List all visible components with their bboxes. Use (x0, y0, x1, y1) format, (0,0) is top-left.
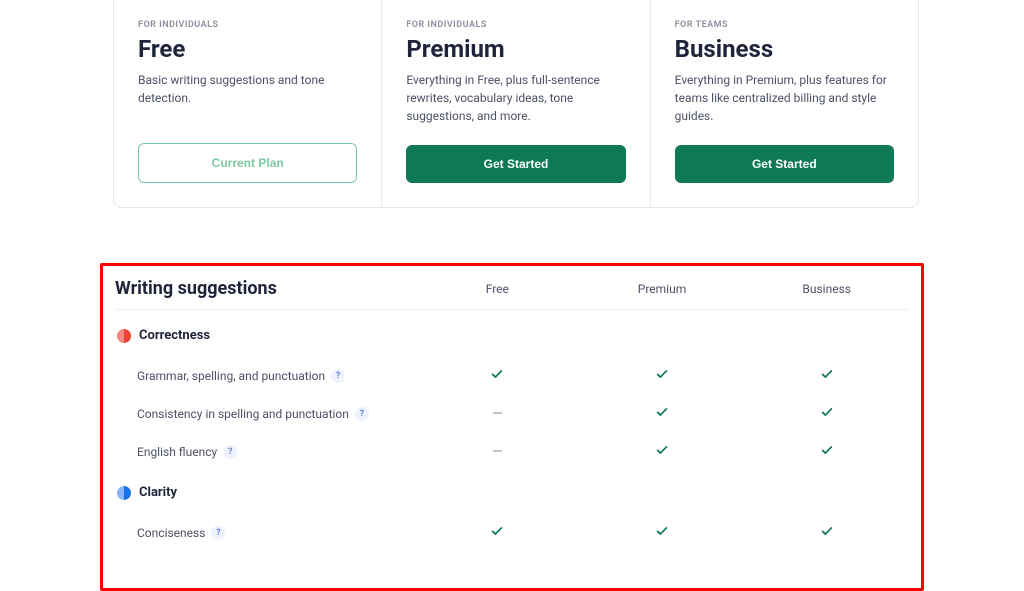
plan-description: Everything in Premium, plus features for… (675, 71, 894, 125)
check-icon (655, 369, 669, 385)
feature-row: Consistency in spelling and punctuation?… (115, 395, 909, 433)
feature-label-text: Consistency in spelling and punctuation (137, 407, 349, 421)
feature-row: Conciseness? (115, 514, 909, 552)
feature-label-text: English fluency (137, 445, 217, 459)
comparison-header-row: Writing suggestions Free Premium Busines… (115, 278, 909, 310)
help-icon[interactable]: ? (223, 445, 237, 459)
check-icon (655, 526, 669, 542)
section-title: Clarity (117, 485, 909, 500)
check-icon (490, 526, 504, 542)
column-header-free: Free (415, 282, 580, 296)
plan-description: Basic writing suggestions and tone detec… (138, 71, 357, 123)
check-icon (820, 369, 834, 385)
plan-title: Business (675, 35, 894, 63)
feature-cell (415, 367, 580, 385)
feature-cell (415, 524, 580, 542)
column-header-premium: Premium (580, 282, 745, 296)
feature-cell: — (415, 406, 580, 422)
feature-cell (744, 524, 909, 542)
feature-cell: — (415, 444, 580, 460)
section-title: Correctness (117, 328, 909, 343)
section-title-label: Clarity (139, 485, 177, 500)
check-icon (820, 445, 834, 461)
feature-cell (744, 405, 909, 423)
check-icon (820, 526, 834, 542)
feature-label: Consistency in spelling and punctuation? (115, 407, 415, 421)
feature-label: English fluency? (115, 445, 415, 459)
dash-icon: — (492, 444, 503, 460)
feature-cell (580, 367, 745, 385)
feature-label: Conciseness? (115, 526, 415, 540)
feature-cell (580, 405, 745, 423)
pricing-plans-row: FOR INDIVIDUALS Free Basic writing sugge… (113, 0, 919, 208)
plan-description: Everything in Free, plus full-sentence r… (406, 71, 625, 125)
check-icon (655, 445, 669, 461)
clarity-icon (117, 486, 131, 500)
feature-row: Grammar, spelling, and punctuation? (115, 357, 909, 395)
check-icon (655, 407, 669, 423)
plan-eyebrow: FOR INDIVIDUALS (406, 20, 625, 30)
get-started-button[interactable]: Get Started (675, 145, 894, 183)
feature-row: English fluency? — (115, 433, 909, 471)
feature-label-text: Conciseness (137, 526, 205, 540)
plan-card-premium: FOR INDIVIDUALS Premium Everything in Fr… (382, 0, 650, 207)
feature-label: Grammar, spelling, and punctuation? (115, 369, 415, 383)
comparison-highlighted-box: Writing suggestions Free Premium Busines… (100, 263, 924, 591)
help-icon[interactable]: ? (331, 369, 345, 383)
current-plan-button[interactable]: Current Plan (138, 143, 357, 183)
plan-eyebrow: FOR TEAMS (675, 20, 894, 30)
check-icon (490, 369, 504, 385)
feature-label-text: Grammar, spelling, and punctuation (137, 369, 325, 383)
plan-card-business: FOR TEAMS Business Everything in Premium… (651, 0, 918, 207)
plan-eyebrow: FOR INDIVIDUALS (138, 20, 357, 30)
dash-icon: — (492, 406, 503, 422)
feature-cell (744, 443, 909, 461)
feature-cell (580, 443, 745, 461)
check-icon (820, 407, 834, 423)
plan-card-free: FOR INDIVIDUALS Free Basic writing sugge… (114, 0, 382, 207)
comparison-title: Writing suggestions (115, 278, 415, 299)
plan-title: Free (138, 35, 357, 63)
plan-title: Premium (406, 35, 625, 63)
help-icon[interactable]: ? (211, 526, 225, 540)
feature-cell (580, 524, 745, 542)
help-icon[interactable]: ? (355, 407, 369, 421)
column-header-business: Business (744, 282, 909, 296)
section-title-label: Correctness (139, 328, 210, 343)
correctness-icon (117, 329, 131, 343)
get-started-button[interactable]: Get Started (406, 145, 625, 183)
feature-cell (744, 367, 909, 385)
